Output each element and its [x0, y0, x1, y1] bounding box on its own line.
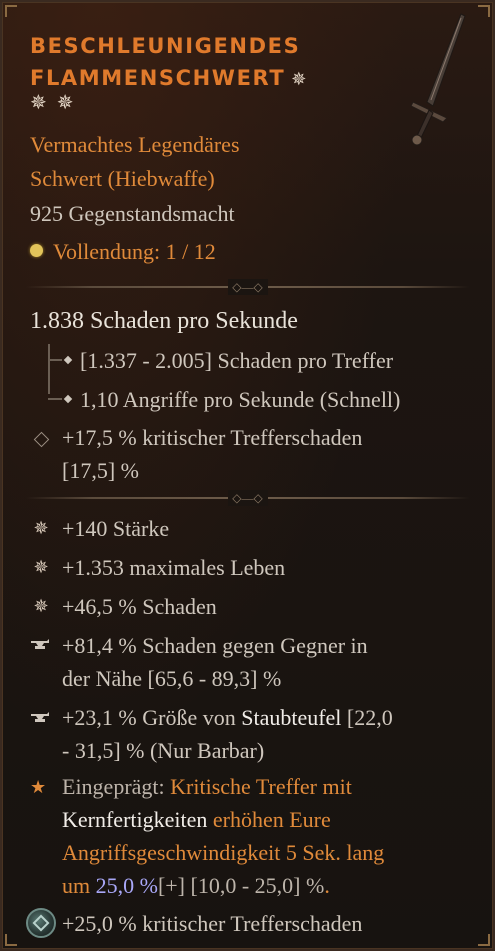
greater-affix-star-icon: ✵ [33, 596, 49, 616]
affix-damage: +46,5 % Schaden [62, 594, 217, 619]
item-name-line1: BESCHLEUNIGENDES [30, 34, 301, 58]
imprint-value: 25,0 % [95, 873, 158, 898]
tempered-anvil-icon [31, 639, 49, 649]
mastery-dot-icon [30, 244, 43, 257]
greater-affix-star-icon: ✵ [33, 518, 49, 538]
crit-damage-line2: [17,5] % [62, 458, 139, 483]
imprint-line3: Angriffsgeschwindigkeit 5 Sek. lang [62, 840, 385, 865]
affix-max-life: +1.353 maximales Leben [62, 555, 286, 580]
imprint-line1: Eingeprägt: Kritische Treffer mit [62, 770, 352, 804]
tempered-anvil-icon [31, 712, 49, 722]
item-power: 925 Gegenstandsmacht [30, 201, 235, 226]
attacks-per-second: 1,10 Angriffe pro Sekunde (Schnell) [80, 387, 401, 412]
stat-tree-line [48, 344, 50, 394]
imprint-line2: Kernfertigkeiten erhöhen Eure [62, 803, 331, 837]
bullet-diamond-icon [63, 355, 73, 365]
imprint-label: Eingeprägt: [62, 774, 165, 799]
imprint-line4: um 25,0 %[+] [10,0 - 25,0] %. [62, 869, 330, 903]
section-divider: ◇—◇ [26, 279, 469, 295]
item-type-line2: Schwert (Hiebwaffe) [30, 166, 215, 191]
greater-affix-star-icon: ✵ [30, 92, 57, 114]
bullet-diamond-icon [63, 394, 73, 404]
item-name: BESCHLEUNIGENDES FLAMMENSCHWERT ✵ [30, 30, 360, 96]
greater-affix-stars: ✵✵ [30, 90, 84, 115]
skill-name-dust-devil: Staubteufel [241, 705, 342, 730]
socketed-gem-icon [26, 908, 56, 938]
frame-corner [5, 934, 17, 946]
legendary-star-icon: ★ [30, 777, 47, 797]
affix-dust-devil-post: [22,0 [341, 705, 393, 730]
crit-damage-line1: +17,5 % kritischer Trefferschaden [62, 425, 363, 450]
imprint-text-a: Kritische Treffer mit [164, 774, 352, 799]
divider-ornament-icon: ◇—◇ [227, 279, 268, 295]
divider-ornament-icon: ◇—◇ [227, 490, 268, 506]
item-name-line2: FLAMMENSCHWERT [30, 66, 286, 90]
greater-affix-star-icon: ✵ [33, 557, 49, 577]
greater-affix-star-icon: ✵ [291, 69, 308, 90]
imprint-skill-tag: Kernfertigkeiten [62, 807, 208, 832]
item-tooltip: BESCHLEUNIGENDES FLAMMENSCHWERT ✵ ✵✵ Verm… [0, 0, 495, 951]
dps-value: 1.838 Schaden pro Sekunde [30, 308, 298, 334]
socket-bonus: +25,0 % kritischer Trefferschaden [62, 911, 363, 936]
damage-per-hit: [1.337 - 2.005] Schaden pro Treffer [80, 348, 394, 373]
affix-close-damage-line2: der Nähe [65,6 - 89,3] % [62, 666, 282, 691]
imprint-end: . [324, 873, 330, 898]
frame-corner [5, 5, 17, 17]
affix-dust-devil-line1: +23,1 % Größe von Staubteufel [22,0 [62, 701, 393, 735]
item-type: Vermachtes Legendäres Schwert (Hiebwaffe… [30, 128, 330, 196]
imprint-text-c: erhöhen Eure [207, 807, 331, 832]
imprint-range: [+] [10,0 - 25,0] % [157, 873, 325, 898]
mastery-label: Vollendung: 1 / 12 [53, 239, 216, 264]
section-divider: ◇—◇ [26, 490, 469, 506]
affix-close-damage-line1: +81,4 % Schaden gegen Gegner in [62, 633, 368, 658]
imprint-text-e: um [62, 873, 96, 898]
affix-dust-devil-line2: - 31,5] % (Nur Barbar) [62, 738, 265, 763]
frame-corner [478, 934, 490, 946]
stat-tree-branch [48, 359, 62, 361]
mastery-progress: Vollendung: 1 / 12 [30, 235, 216, 269]
greater-affix-star-icon: ✵ [56, 92, 84, 114]
stat-tree-branch [48, 398, 62, 400]
affix-dust-devil-pre: +23,1 % Größe von [62, 705, 242, 730]
item-type-line1: Vermachtes Legendäres [30, 132, 240, 157]
affix-strength: +140 Stärke [62, 516, 170, 541]
frame-corner [478, 5, 490, 17]
implicit-diamond-icon [33, 431, 50, 448]
sword-icon [410, 13, 466, 146]
